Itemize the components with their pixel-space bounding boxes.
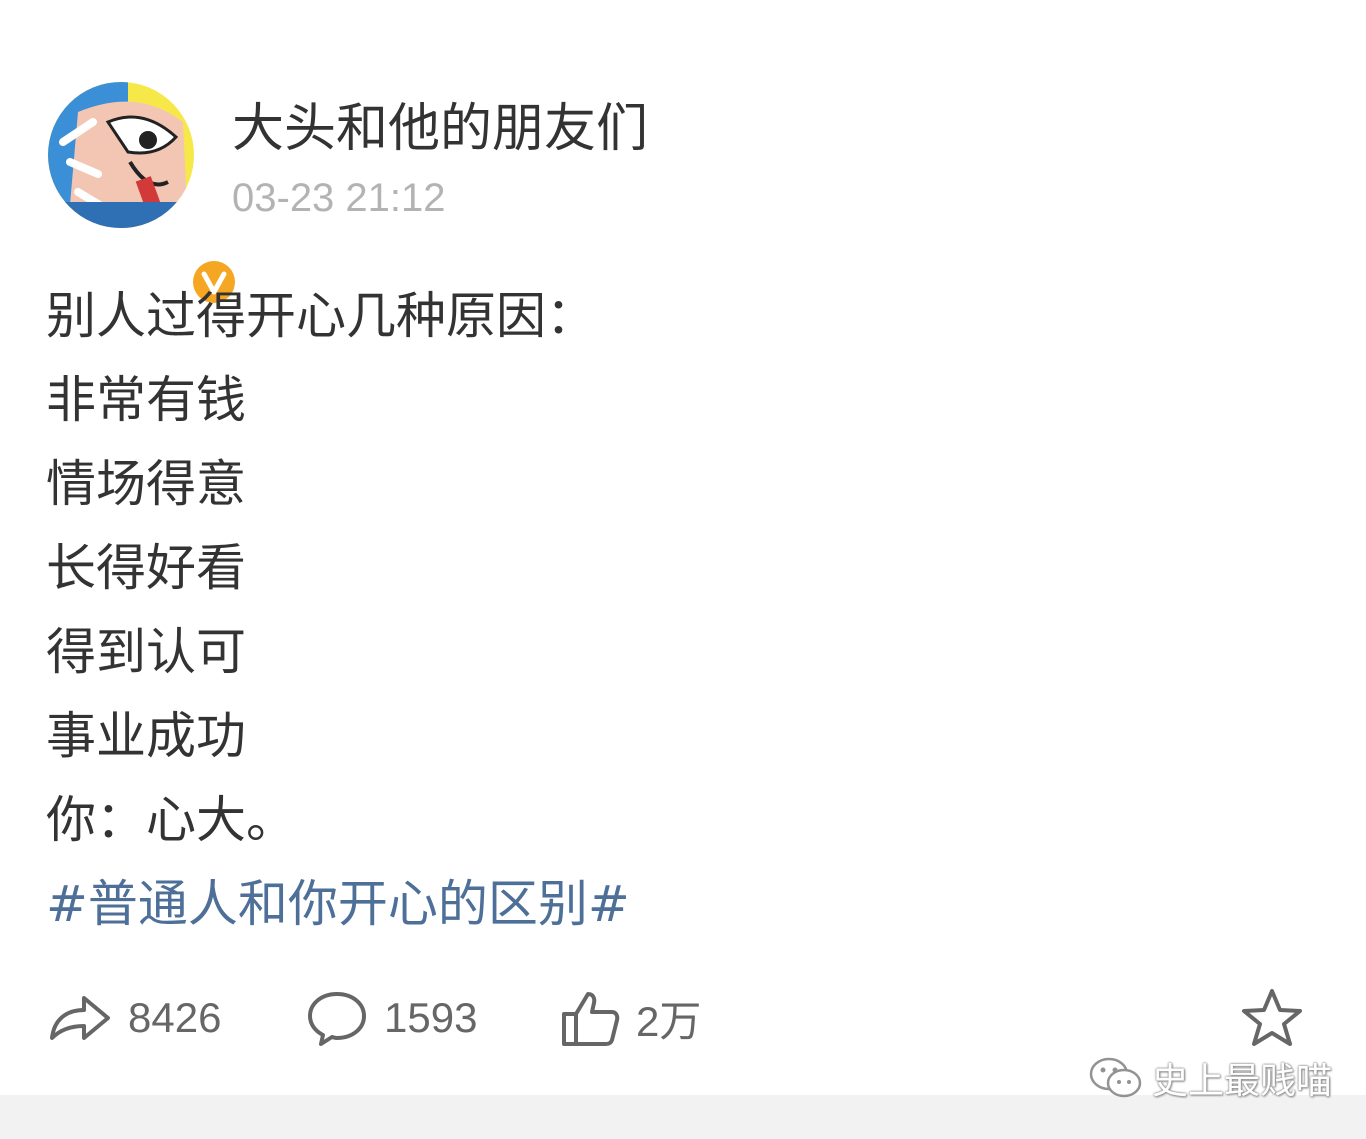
avatar-image [48, 82, 194, 228]
watermark: 史上最贱喵 [1088, 1054, 1332, 1102]
like-button[interactable]: 2万 [560, 978, 701, 1058]
star-icon [1242, 989, 1302, 1046]
like-count: 2万 [636, 997, 702, 1045]
comment-count: 1593 [384, 994, 478, 1041]
weibo-post-card: 大头和他的朋友们 03-23 21:12 别人过得开心几种原因： 非常有钱 情场… [0, 0, 1366, 1095]
author-name[interactable]: 大头和他的朋友们 [232, 96, 648, 162]
repost-count: 8426 [128, 994, 222, 1041]
post-text-line: 事业成功 [46, 707, 246, 765]
watermark-text: 史上最贱喵 [1152, 1061, 1333, 1102]
post-text-line: 得到认可 [46, 623, 246, 681]
post-text-line: 非常有钱 [46, 371, 246, 429]
post-content: 别人过得开心几种原因： 非常有钱 情场得意 长得好看 得到认可 事业成功 你：心… [46, 274, 1326, 946]
favorite-button[interactable] [1240, 978, 1304, 1058]
post-text-line: 长得好看 [46, 539, 246, 597]
share-arrow-icon [50, 996, 110, 1040]
post-text-line: 你：心大。 [46, 791, 296, 849]
hashtag-link[interactable]: #普通人和你开心的区别# [46, 862, 1326, 946]
author-avatar[interactable] [48, 82, 240, 308]
comment-bubble-icon [308, 992, 366, 1046]
comment-button[interactable]: 1593 [306, 978, 477, 1058]
post-timestamp: 03-23 21:12 [232, 176, 446, 220]
post-text-line: 情场得意 [46, 455, 246, 513]
thumbs-up-icon [562, 992, 620, 1046]
post-text-line: 别人过得开心几种原因： [46, 287, 596, 345]
wechat-icon [1089, 1057, 1142, 1098]
repost-button[interactable]: 8426 [48, 978, 221, 1058]
action-bar: 8426 1593 2万 [48, 978, 1318, 1058]
